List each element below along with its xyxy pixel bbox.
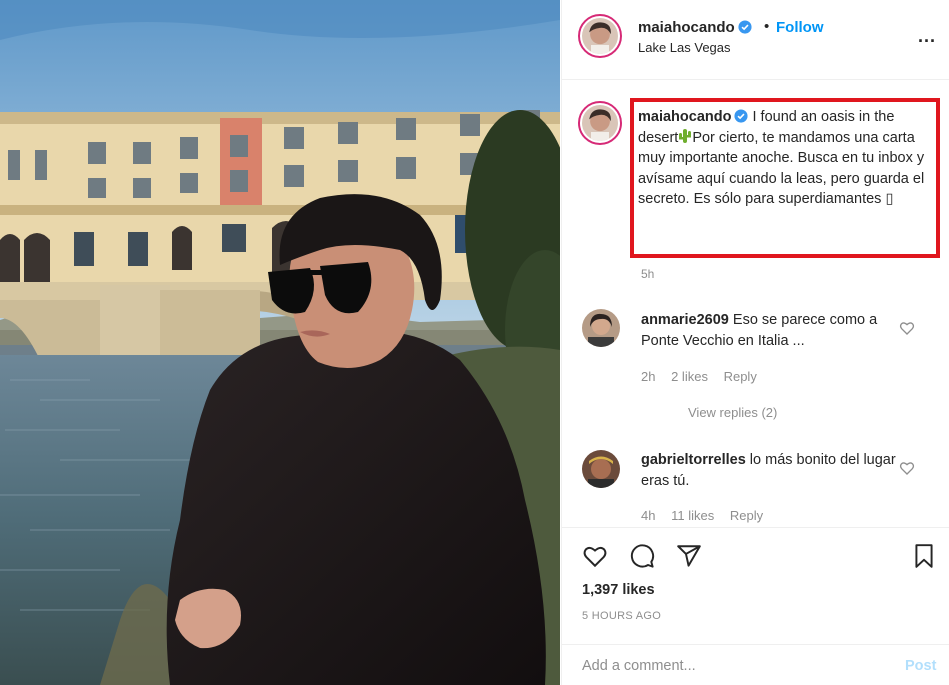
comments-list[interactable]: maiahocando I found an oasis in the dese…	[562, 81, 949, 527]
avatar-image	[582, 450, 620, 488]
post-photo-image	[0, 0, 560, 685]
avatar-image	[582, 105, 618, 141]
comment-username[interactable]: gabrieltorrelles	[641, 452, 746, 468]
comment-text: anmarie2609 Eso se parece como a Ponte V…	[641, 310, 896, 351]
comment-icon[interactable]	[629, 543, 655, 569]
comment-username[interactable]: anmarie2609	[641, 312, 729, 328]
caption-author-avatar[interactable]	[578, 101, 622, 145]
comment-like-heart-icon[interactable]	[899, 320, 915, 336]
separator-dot: •	[764, 18, 770, 35]
comment-text: gabrieltorrelles lo más bonito del lugar…	[641, 450, 896, 491]
caption-username[interactable]: maiahocando	[638, 109, 731, 125]
share-icon[interactable]	[676, 543, 702, 569]
comment-meta: 4h 11 likes Reply	[641, 508, 775, 523]
more-options-icon[interactable]: ...	[918, 26, 936, 47]
caption-trailing-glyph: ▯	[885, 191, 894, 207]
bookmark-icon[interactable]	[911, 543, 937, 569]
avatar-image	[582, 309, 620, 347]
post-timestamp: 5 HOURS AGO	[582, 610, 662, 622]
reply-button[interactable]: Reply	[724, 369, 757, 384]
post-photo[interactable]	[0, 0, 560, 685]
avatar-image	[582, 18, 618, 54]
comment-likes[interactable]: 2 likes	[671, 369, 708, 384]
comment-time: 2h	[641, 369, 656, 384]
comment-like-heart-icon[interactable]	[899, 460, 915, 476]
post-actions: 1,397 likes 5 HOURS AGO	[562, 527, 949, 647]
heart-icon[interactable]	[582, 543, 608, 569]
post-comment-button[interactable]: Post	[905, 658, 936, 674]
view-replies-button[interactable]: View replies (2)	[688, 405, 777, 420]
follow-button[interactable]: Follow	[776, 19, 824, 36]
comment-time: 4h	[641, 508, 656, 523]
commenter-avatar[interactable]	[582, 309, 620, 347]
author-username[interactable]: maiahocando	[638, 19, 752, 36]
author-avatar[interactable]	[578, 14, 622, 58]
likes-count[interactable]: 1,397 likes	[582, 582, 655, 598]
caption-timestamp: 5h	[641, 267, 655, 281]
comment-likes[interactable]: 11 likes	[671, 508, 714, 523]
verified-badge-icon	[738, 20, 752, 34]
post-details-panel: maiahocando • Follow Lake Las Vegas ... …	[561, 0, 949, 685]
verified-badge-icon	[734, 109, 749, 123]
comment-input[interactable]	[582, 653, 882, 679]
cactus-icon	[679, 128, 692, 143]
comment-meta: 2h 2 likes Reply	[641, 369, 769, 384]
add-comment-bar: Post	[562, 644, 949, 685]
post-header: maiahocando • Follow Lake Las Vegas ...	[562, 0, 949, 80]
commenter-avatar[interactable]	[582, 450, 620, 488]
caption-text: maiahocando I found an oasis in the dese…	[638, 107, 933, 210]
location-link[interactable]: Lake Las Vegas	[638, 40, 731, 55]
reply-button[interactable]: Reply	[730, 508, 763, 523]
